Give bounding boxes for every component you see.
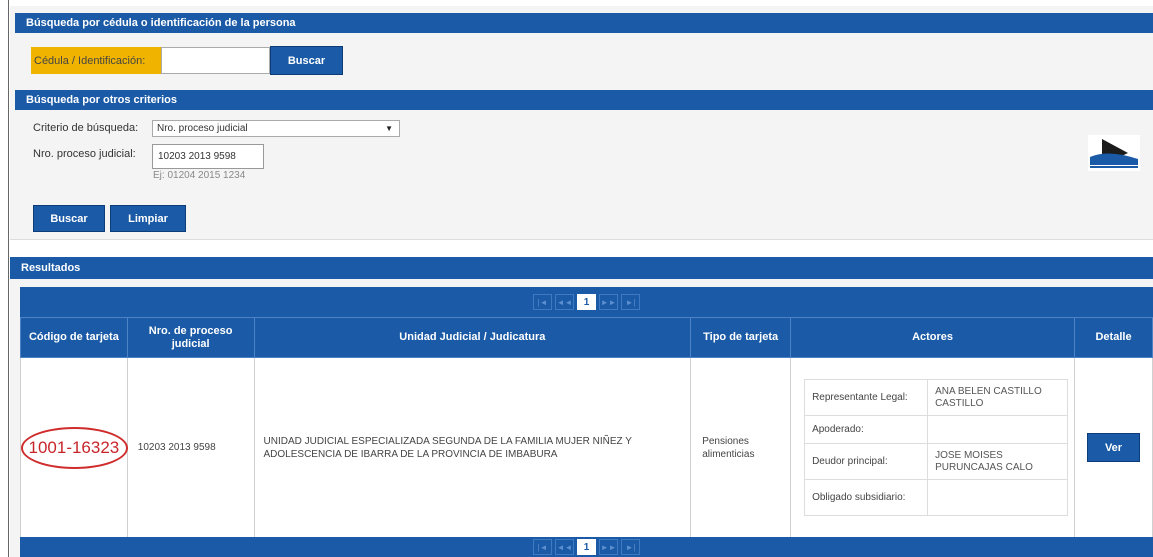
column-header-detail: Detalle — [1074, 317, 1153, 358]
clear-button[interactable]: Limpiar — [110, 205, 186, 232]
pager-current-page[interactable]: 1 — [577, 294, 596, 310]
actor-name — [927, 479, 1069, 516]
criterion-select[interactable]: Nro. proceso judicial ▼ — [152, 120, 400, 137]
pager-first-button[interactable]: |◄ — [533, 539, 552, 555]
table-row: 1001-16323 10203 2013 9598 UNIDAD JUDICI… — [20, 357, 1153, 538]
institution-logo-icon — [1088, 135, 1140, 171]
actor-row: Deudor principal: JOSE MOISES PURUNCAJAS… — [804, 443, 1069, 480]
actor-row: Representante Legal: ANA BELEN CASTILLO … — [804, 379, 1069, 416]
pager-current-page[interactable]: 1 — [577, 539, 596, 555]
cedula-input[interactable] — [161, 47, 270, 74]
process-number-input[interactable]: 10203 2013 9598 — [152, 144, 264, 169]
annotation-circle — [21, 427, 128, 469]
cedula-label: Cédula / Identificación: — [31, 47, 161, 74]
actors-table: Representante Legal: ANA BELEN CASTILLO … — [804, 379, 1069, 516]
actor-name: JOSE MOISES PURUNCAJAS CALO — [927, 443, 1069, 480]
view-detail-button[interactable]: Ver — [1087, 433, 1141, 462]
results-table: Código de tarjeta Nro. de proceso judici… — [20, 317, 1153, 538]
actor-role: Representante Legal: — [804, 379, 929, 416]
criterion-label: Criterio de búsqueda: — [33, 122, 139, 134]
column-header-actors: Actores — [790, 317, 1076, 358]
card-type-cell: Pensiones alimenticias — [690, 357, 792, 538]
process-number-hint: Ej: 01204 2015 1234 — [153, 170, 246, 181]
actor-role: Deudor principal: — [804, 443, 929, 480]
column-header-judicial-unit: Unidad Judicial / Judicatura — [253, 317, 692, 358]
pager-next-button[interactable]: ►► — [599, 294, 618, 310]
pager-prev-button[interactable]: ◄◄ — [555, 539, 574, 555]
pager-next-button[interactable]: ►► — [599, 539, 618, 555]
actor-name — [927, 415, 1069, 444]
actor-row: Obligado subsidiario: — [804, 479, 1069, 516]
actor-role: Apoderado: — [804, 415, 929, 444]
id-search-button[interactable]: Buscar — [270, 46, 343, 75]
column-header-card-code: Código de tarjeta — [20, 317, 128, 358]
left-border — [8, 0, 9, 557]
column-header-process-number: Nro. de proceso judicial — [126, 317, 255, 358]
pager-last-button[interactable]: ►| — [621, 294, 640, 310]
detail-cell: Ver — [1074, 357, 1153, 538]
section-header-other-criteria: Búsqueda por otros criterios — [15, 90, 1153, 110]
criterion-select-value: Nro. proceso judicial — [157, 123, 248, 134]
section-header-id-search: Búsqueda por cédula o identificación de … — [15, 13, 1153, 33]
pager-last-button[interactable]: ►| — [621, 539, 640, 555]
column-header-card-type: Tipo de tarjeta — [690, 317, 792, 358]
judicial-unit-cell: UNIDAD JUDICIAL ESPECIALIZADA SEGUNDA DE… — [253, 357, 692, 538]
section-header-results: Resultados — [10, 257, 1153, 279]
table-header-row: Código de tarjeta Nro. de proceso judici… — [20, 317, 1153, 358]
process-number-label: Nro. proceso judicial: — [33, 148, 136, 160]
actors-cell: Representante Legal: ANA BELEN CASTILLO … — [790, 357, 1076, 538]
dropdown-arrow-icon: ▼ — [385, 124, 393, 133]
actor-row: Apoderado: — [804, 415, 1069, 444]
pager-prev-button[interactable]: ◄◄ — [555, 294, 574, 310]
pager-bottom: |◄ ◄◄ 1 ►► ►| — [20, 537, 1153, 557]
process-number-cell: 10203 2013 9598 — [126, 357, 255, 538]
card-code-cell: 1001-16323 — [20, 357, 128, 538]
actor-name: ANA BELEN CASTILLO CASTILLO — [927, 379, 1069, 416]
search-button[interactable]: Buscar — [33, 205, 105, 232]
actor-role: Obligado subsidiario: — [804, 479, 929, 516]
pager-top: |◄ ◄◄ 1 ►► ►| — [20, 287, 1153, 317]
pager-first-button[interactable]: |◄ — [533, 294, 552, 310]
